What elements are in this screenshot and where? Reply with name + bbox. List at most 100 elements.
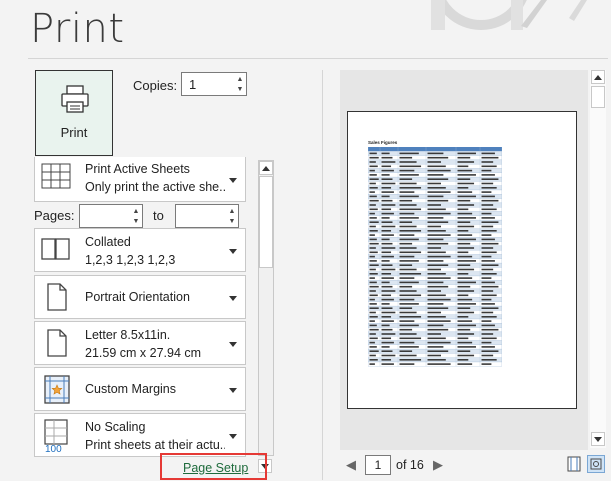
preview-table-cell-text bbox=[481, 251, 497, 254]
preview-table-cell-text bbox=[399, 165, 422, 168]
pages-to-label: to bbox=[153, 208, 164, 223]
preview-table-cell-text bbox=[427, 277, 451, 279]
preview-table-cell-text bbox=[381, 324, 390, 327]
preview-table-cell-text bbox=[481, 191, 492, 193]
preview-table-cell-text bbox=[481, 346, 495, 348]
pages-from-input[interactable]: ▲ ▼ bbox=[79, 204, 143, 228]
preview-table-cell-text bbox=[399, 234, 415, 236]
preview-table-cell-text bbox=[427, 359, 446, 361]
preview-table-cell-text bbox=[457, 333, 475, 335]
print-button-label: Print bbox=[60, 125, 88, 140]
preview-table-cell-text bbox=[481, 277, 492, 279]
preview-table-cell-text bbox=[481, 294, 497, 297]
preview-table-cell-text bbox=[381, 260, 390, 262]
preview-table-cell-text bbox=[481, 187, 497, 189]
preview-table-cell-text bbox=[457, 238, 476, 241]
preview-table-cell-text bbox=[369, 273, 378, 275]
preview-table-cell-text bbox=[427, 337, 446, 340]
preview-table-cell-text bbox=[457, 169, 473, 172]
preview-table-cell-text bbox=[381, 268, 396, 271]
preview-table-cell-text bbox=[381, 294, 392, 297]
scroll-thumb[interactable] bbox=[259, 176, 273, 268]
preview-table-cell-text bbox=[369, 324, 377, 327]
preview-table-cell-text bbox=[481, 182, 494, 185]
preview-table-cell-text bbox=[381, 234, 394, 236]
preview-table-cell-text bbox=[481, 328, 499, 331]
page-setup-link[interactable]: Page Setup bbox=[183, 461, 248, 475]
preview-table-cell-text bbox=[381, 238, 390, 241]
preview-table-cell-text bbox=[427, 281, 444, 284]
preview-table-cell-text bbox=[399, 277, 415, 279]
preview-table-cell-text bbox=[427, 363, 451, 365]
preview-table-cell-text bbox=[369, 264, 379, 266]
print-settings-list: Print Active Sheets Only print the activ… bbox=[34, 157, 246, 457]
preview-table-cell-text bbox=[427, 182, 441, 185]
preview-table-cell-text bbox=[369, 230, 378, 232]
preview-table-cell-text bbox=[381, 152, 390, 155]
preview-sheet-title: Sales Figures bbox=[368, 140, 398, 145]
collation-subtitle: 1,2,3 1,2,3 1,2,3 bbox=[85, 253, 176, 267]
preview-table-cell-text bbox=[427, 303, 444, 305]
preview-table-cell-text bbox=[427, 316, 446, 318]
current-page-input[interactable]: 1 bbox=[365, 455, 391, 475]
margins-dropdown[interactable]: Custom Margins bbox=[34, 367, 246, 411]
page-title: Print bbox=[30, 6, 125, 52]
paper-size-dropdown[interactable]: Letter 8.5x11in. 21.59 cm x 27.94 cm bbox=[34, 321, 246, 365]
copies-down-icon[interactable]: ▼ bbox=[234, 84, 246, 95]
margins-title: Custom Margins bbox=[85, 382, 176, 396]
scroll-up-button[interactable] bbox=[259, 161, 273, 175]
preview-table-cell-text bbox=[457, 281, 476, 284]
print-what-dropdown[interactable]: Print Active Sheets Only print the activ… bbox=[34, 157, 246, 202]
preview-table-cell-text bbox=[381, 333, 396, 335]
orientation-dropdown[interactable]: Portrait Orientation bbox=[34, 275, 246, 319]
preview-table-cell-text bbox=[427, 221, 449, 223]
preview-table-cell-text bbox=[457, 234, 473, 236]
preview-table-cell-text bbox=[369, 311, 376, 314]
preview-table-cell-text bbox=[481, 199, 499, 202]
preview-scrollbar[interactable] bbox=[590, 70, 606, 448]
preview-table-cell-text bbox=[427, 169, 451, 172]
show-margins-button[interactable] bbox=[566, 456, 582, 472]
scaling-dropdown[interactable]: 100 No Scaling Print sheets at their act… bbox=[34, 413, 246, 457]
preview-table-cell-text bbox=[369, 363, 375, 365]
preview-table-cell-text bbox=[399, 212, 415, 215]
preview-table-cell-text bbox=[369, 294, 378, 297]
preview-scroll-up-button[interactable] bbox=[591, 70, 605, 84]
preview-table-cell-text bbox=[369, 290, 376, 292]
preview-table-cell-text bbox=[427, 195, 444, 198]
previous-page-icon[interactable]: ◀ bbox=[346, 457, 356, 473]
preview-table-cell-text bbox=[381, 311, 396, 314]
pages-to-input[interactable]: ▲ ▼ bbox=[175, 204, 239, 228]
preview-table-cell-text bbox=[481, 195, 495, 198]
preview-table-cell-text bbox=[481, 208, 497, 211]
preview-table-cell-text bbox=[381, 182, 396, 185]
preview-table-cell-text bbox=[399, 333, 417, 335]
preview-table-cell-text bbox=[457, 152, 476, 155]
print-button[interactable]: Print bbox=[35, 70, 113, 156]
preview-table-cell-text bbox=[481, 204, 494, 206]
collation-dropdown[interactable]: Collated 1,2,3 1,2,3 1,2,3 bbox=[34, 228, 246, 272]
preview-table-cell-text bbox=[481, 238, 495, 241]
settings-scrollbar[interactable] bbox=[258, 160, 274, 456]
copies-stepper[interactable]: 1 ▲ ▼ bbox=[181, 72, 247, 96]
preview-table-cell-text bbox=[369, 161, 376, 163]
preview-table-cell-text bbox=[369, 156, 379, 159]
preview-table-cell-text bbox=[399, 354, 417, 357]
preview-table-cell-text bbox=[369, 316, 378, 318]
preview-table-cell-text bbox=[399, 217, 419, 219]
preview-scroll-thumb[interactable] bbox=[591, 86, 605, 108]
preview-table-cell-text bbox=[457, 178, 471, 180]
preview-scroll-down-button[interactable] bbox=[591, 432, 605, 446]
zoom-to-page-button[interactable] bbox=[587, 455, 605, 473]
pages-to-down-icon[interactable]: ▼ bbox=[226, 216, 238, 227]
preview-table-cell-text bbox=[481, 242, 499, 245]
preview-table-cell-text bbox=[369, 307, 379, 309]
next-page-icon[interactable]: ▶ bbox=[433, 457, 443, 473]
preview-table-cell-text bbox=[427, 199, 449, 202]
preview-table-cell-text bbox=[369, 247, 376, 249]
pages-from-down-icon[interactable]: ▼ bbox=[130, 216, 142, 227]
preview-table-cell-text bbox=[457, 298, 473, 301]
preview-table-cell-text bbox=[457, 165, 469, 168]
preview-table-cell-text bbox=[369, 187, 378, 189]
preview-table-cell-text bbox=[399, 316, 422, 318]
